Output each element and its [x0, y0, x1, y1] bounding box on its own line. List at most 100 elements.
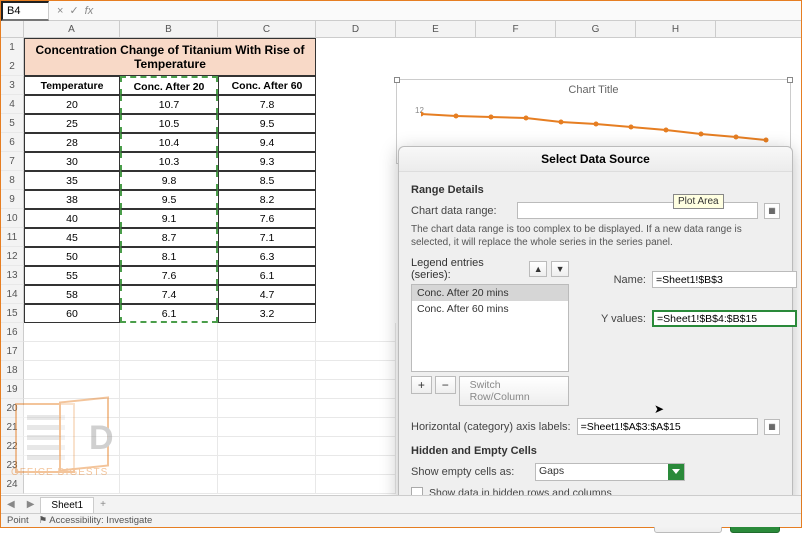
empty-cell[interactable] [120, 380, 218, 399]
table-cell[interactable]: 38 [24, 190, 120, 209]
empty-cell[interactable] [316, 399, 396, 418]
table-cell[interactable]: 9.5 [120, 190, 218, 209]
empty-cell[interactable] [24, 323, 120, 342]
table-cell[interactable]: 25 [24, 114, 120, 133]
range-picker-icon[interactable]: ▦ [764, 419, 780, 435]
empty-cell[interactable] [316, 380, 396, 399]
table-cell[interactable]: 4.7 [218, 285, 316, 304]
empty-cell[interactable] [120, 323, 218, 342]
sheet-tab[interactable]: Sheet1 [40, 497, 94, 513]
empty-cell[interactable] [120, 418, 218, 437]
table-cell[interactable]: 9.1 [120, 209, 218, 228]
table-header[interactable]: Temperature [24, 76, 120, 95]
empty-cell[interactable] [316, 361, 396, 380]
empty-cell[interactable] [316, 475, 396, 494]
row-header[interactable]: 14 [1, 285, 24, 304]
row-header[interactable]: 13 [1, 266, 24, 285]
move-down-button[interactable]: ▼ [551, 261, 569, 277]
table-cell[interactable]: 50 [24, 247, 120, 266]
table-cell[interactable]: 35 [24, 171, 120, 190]
empty-cell[interactable] [120, 342, 218, 361]
row-header[interactable]: 6 [1, 133, 24, 152]
show-empty-select[interactable]: Gaps [535, 463, 685, 481]
row-header[interactable]: 15 [1, 304, 24, 323]
table-cell[interactable]: 6.1 [218, 266, 316, 285]
table-cell[interactable]: 7.4 [120, 285, 218, 304]
accessibility-status[interactable]: ⚑ Accessibility: Investigate [39, 515, 153, 526]
row-header[interactable]: 19 [1, 380, 24, 399]
empty-cell[interactable] [120, 456, 218, 475]
empty-cell[interactable] [316, 456, 396, 475]
empty-cell[interactable] [218, 437, 316, 456]
table-cell[interactable]: 55 [24, 266, 120, 285]
col-header[interactable]: G [556, 21, 636, 37]
col-header[interactable]: F [476, 21, 556, 37]
row-header[interactable]: 16 [1, 323, 24, 342]
series-item[interactable]: Conc. After 60 mins [412, 301, 568, 317]
y-values-input[interactable] [652, 310, 797, 327]
empty-cell[interactable] [120, 361, 218, 380]
table-cell[interactable]: 6.1 [120, 304, 218, 323]
col-header[interactable]: B [120, 21, 218, 37]
col-header[interactable]: H [636, 21, 716, 37]
empty-cell[interactable] [120, 399, 218, 418]
table-cell[interactable]: 3.2 [218, 304, 316, 323]
add-sheet-button[interactable]: + [94, 499, 112, 510]
row-header[interactable]: 18 [1, 361, 24, 380]
table-title[interactable]: Concentration Change of Titanium With Ri… [24, 38, 316, 76]
empty-cell[interactable] [316, 437, 396, 456]
table-cell[interactable]: 30 [24, 152, 120, 171]
empty-cell[interactable] [218, 456, 316, 475]
empty-cell[interactable] [218, 342, 316, 361]
table-header[interactable]: Conc. After 20 mins [120, 76, 218, 95]
empty-cell[interactable] [316, 418, 396, 437]
tab-nav-prev-icon[interactable]: ◀ [1, 499, 21, 510]
remove-series-button[interactable]: − [435, 376, 456, 394]
empty-cell[interactable] [218, 380, 316, 399]
table-cell[interactable]: 6.3 [218, 247, 316, 266]
range-picker-icon[interactable]: ▦ [764, 203, 780, 219]
empty-cell[interactable] [316, 323, 396, 342]
row-header[interactable]: 5 [1, 114, 24, 133]
col-header[interactable]: D [316, 21, 396, 37]
fx-icon[interactable]: fx [85, 5, 94, 17]
table-cell[interactable]: 10.4 [120, 133, 218, 152]
table-cell[interactable]: 7.6 [120, 266, 218, 285]
table-cell[interactable]: 9.3 [218, 152, 316, 171]
table-cell[interactable]: 7.6 [218, 209, 316, 228]
col-header[interactable]: A [24, 21, 120, 37]
row-header[interactable]: 9 [1, 190, 24, 209]
table-cell[interactable]: 28 [24, 133, 120, 152]
row-header[interactable]: 4 [1, 95, 24, 114]
axis-labels-input[interactable] [577, 418, 758, 435]
empty-cell[interactable] [24, 342, 120, 361]
series-listbox[interactable]: Conc. After 20 mins Conc. After 60 mins [411, 284, 569, 372]
empty-cell[interactable] [218, 399, 316, 418]
table-cell[interactable]: 8.5 [218, 171, 316, 190]
empty-cell[interactable] [316, 342, 396, 361]
row-header[interactable]: 3 [1, 76, 24, 95]
confirm-icon[interactable]: ✓ [69, 4, 78, 17]
row-header[interactable]: 8 [1, 171, 24, 190]
table-cell[interactable]: 10.5 [120, 114, 218, 133]
tab-nav-next-icon[interactable]: ▶ [21, 499, 41, 510]
select-all-corner[interactable] [1, 21, 24, 37]
table-cell[interactable]: 9.5 [218, 114, 316, 133]
empty-cell[interactable] [218, 475, 316, 494]
table-cell[interactable]: 8.1 [120, 247, 218, 266]
cancel-icon[interactable]: × [57, 5, 63, 17]
switch-row-column-button[interactable]: Switch Row/Column [459, 376, 569, 406]
empty-cell[interactable] [218, 361, 316, 380]
table-cell[interactable]: 40 [24, 209, 120, 228]
table-cell[interactable]: 8.2 [218, 190, 316, 209]
table-cell[interactable]: 9.8 [120, 171, 218, 190]
name-box[interactable] [1, 1, 49, 21]
series-name-input[interactable] [652, 271, 797, 288]
row-header[interactable]: 11 [1, 228, 24, 247]
table-cell[interactable]: 45 [24, 228, 120, 247]
series-item[interactable]: Conc. After 20 mins [412, 285, 568, 301]
empty-cell[interactable] [120, 437, 218, 456]
add-series-button[interactable]: + [411, 376, 432, 394]
empty-cell[interactable] [218, 323, 316, 342]
row-header[interactable]: 10 [1, 209, 24, 228]
